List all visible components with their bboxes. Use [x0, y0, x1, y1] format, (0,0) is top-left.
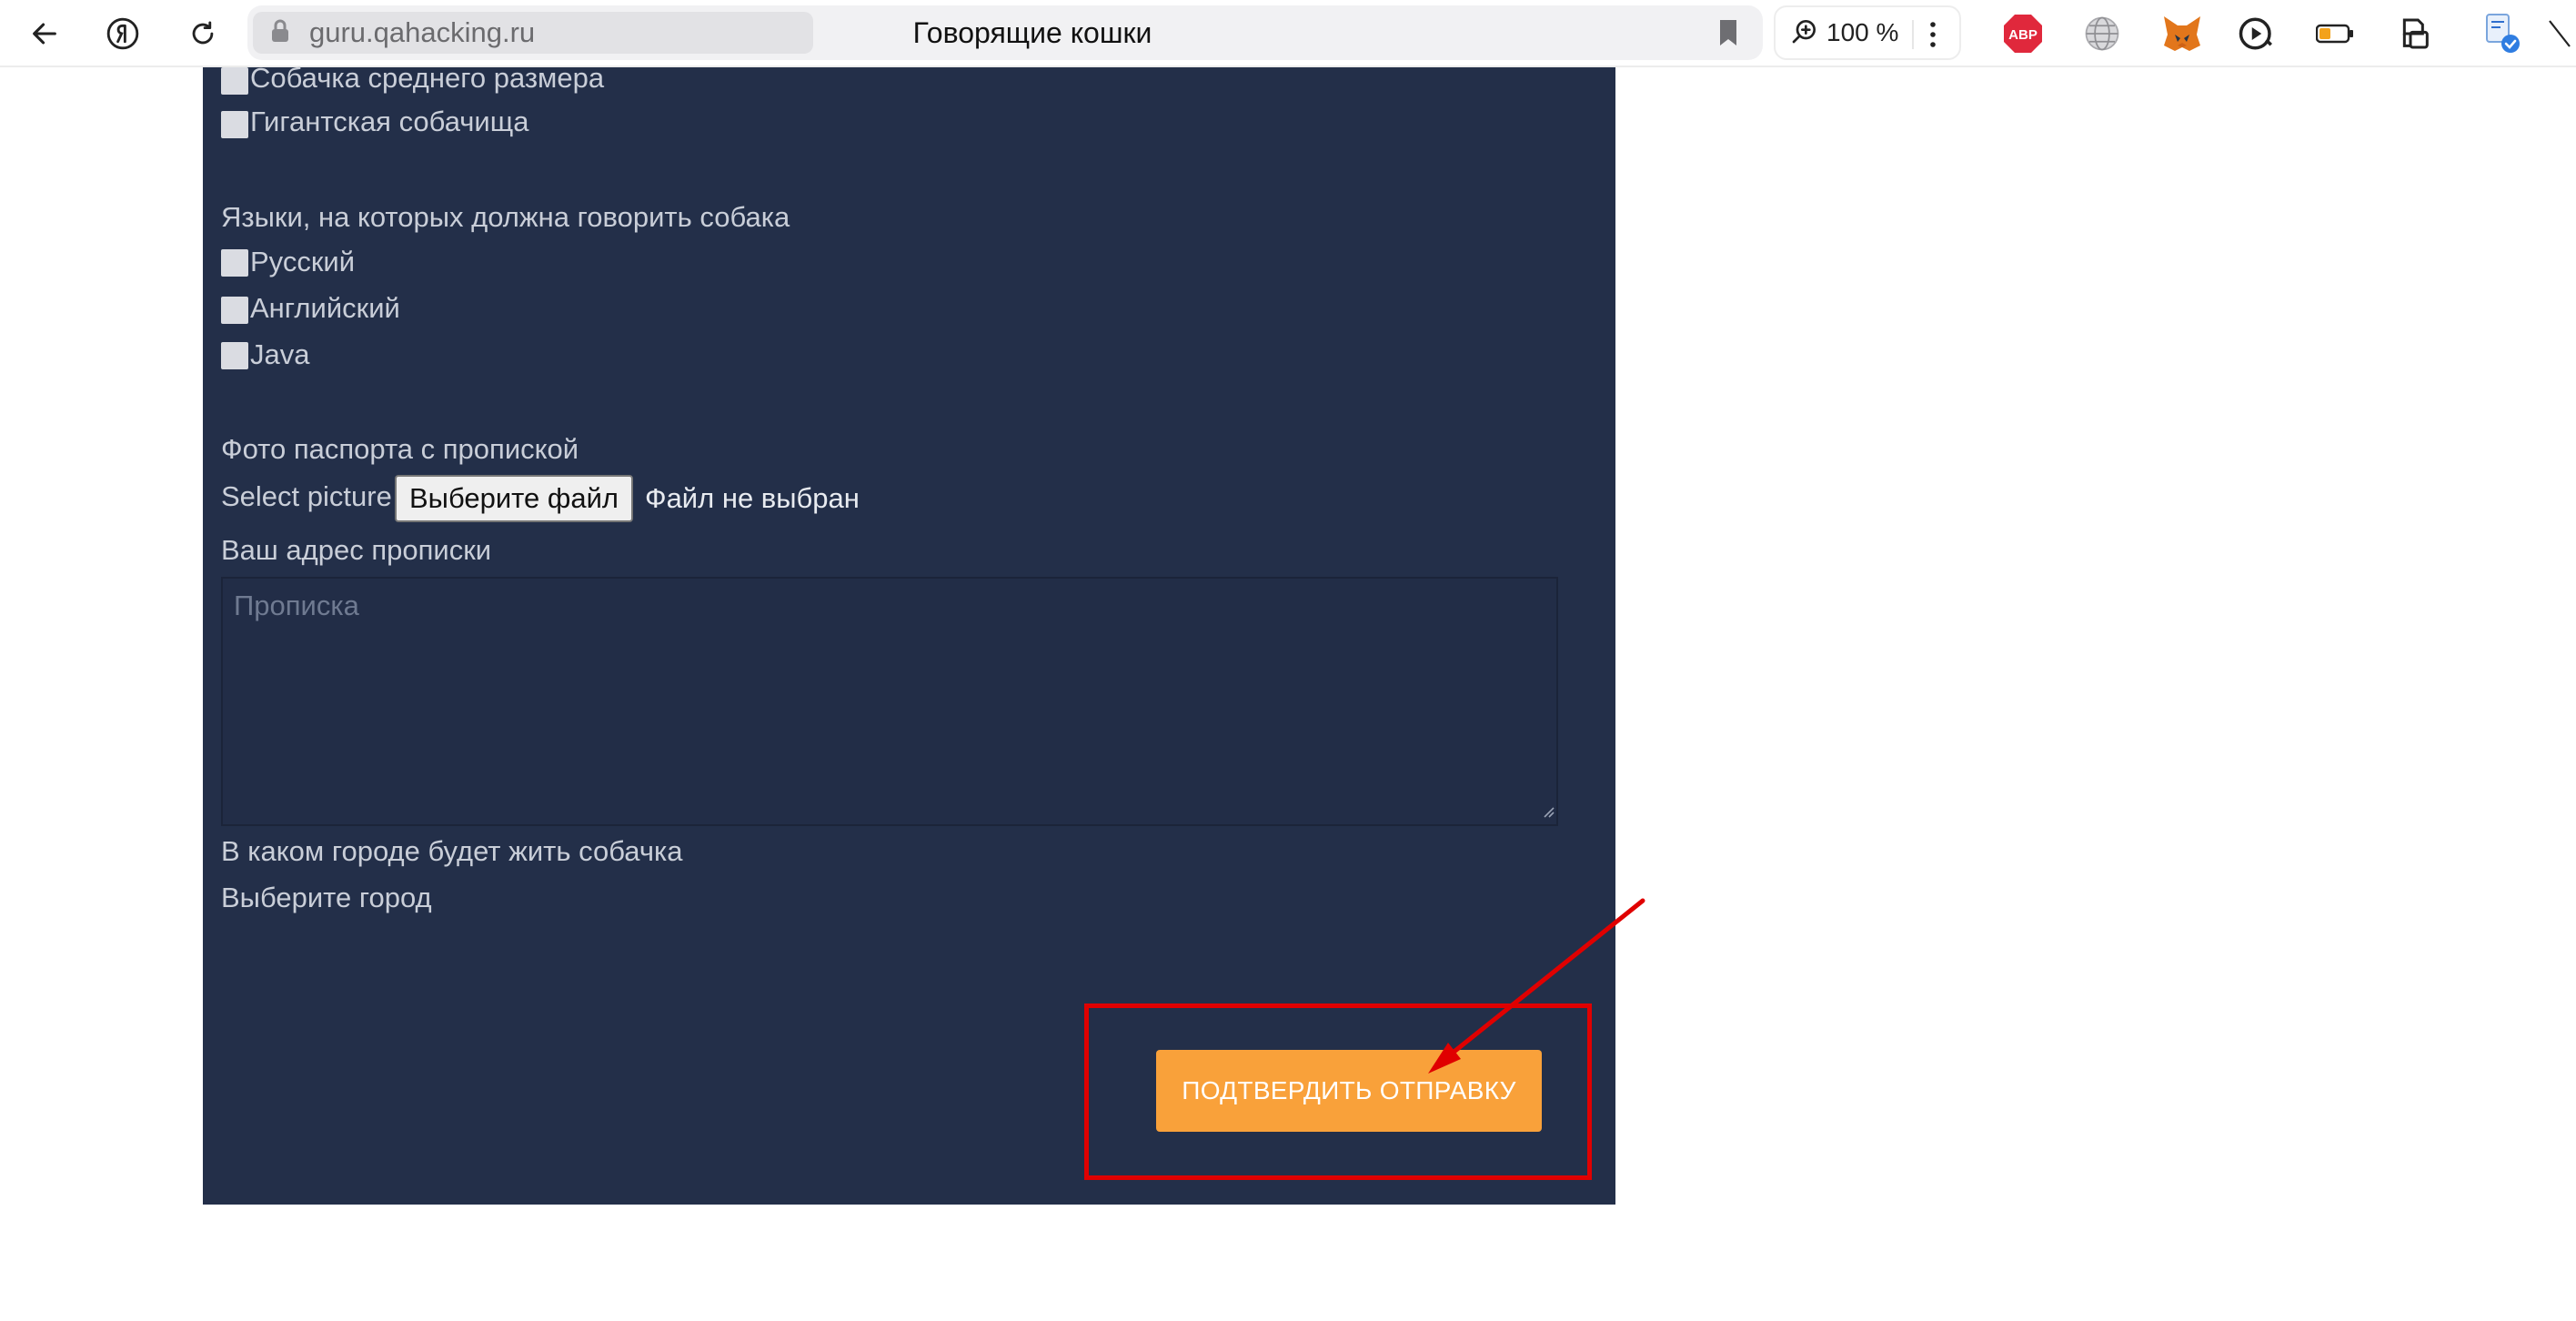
annotation-arrow: [1428, 898, 1645, 1074]
